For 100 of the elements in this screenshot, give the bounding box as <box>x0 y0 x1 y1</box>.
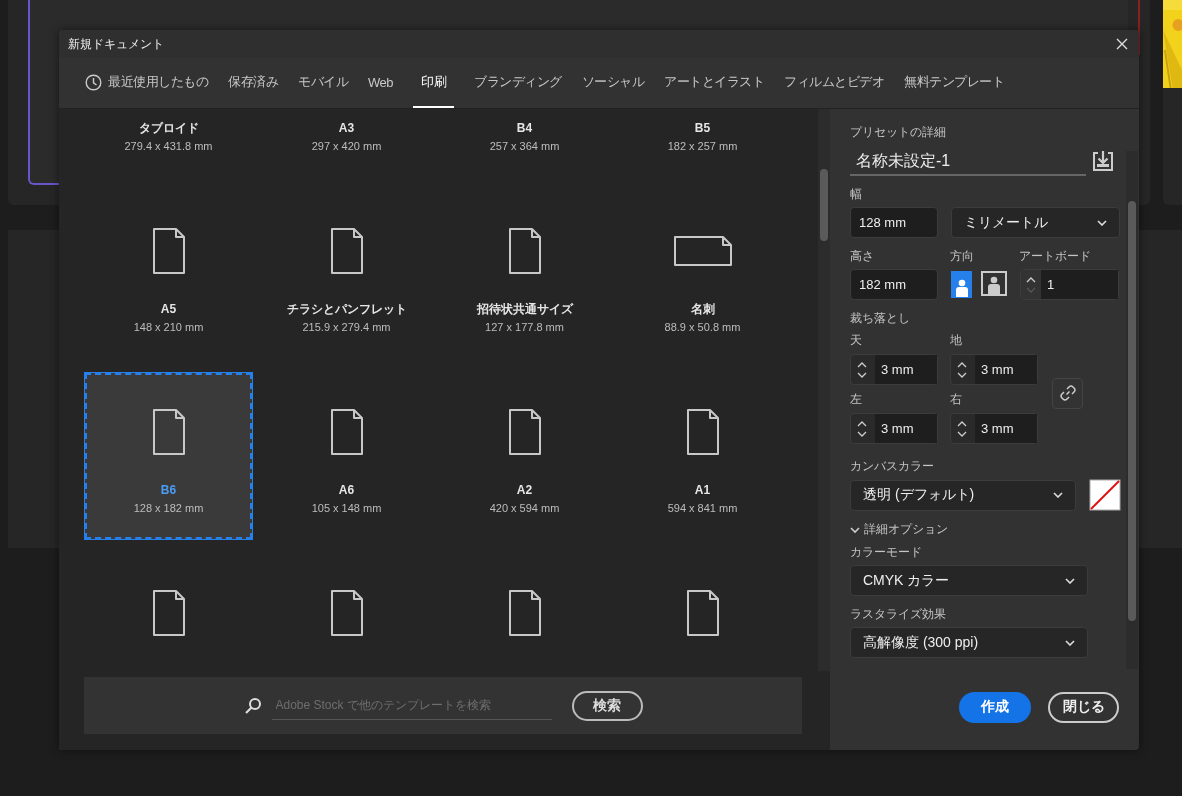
close-icon[interactable] <box>1116 38 1128 50</box>
preset-size: 127 x 177.8 mm <box>485 320 564 335</box>
number-field[interactable]: 3 mm <box>950 413 1038 444</box>
preset-size: 594 x 841 mm <box>667 501 738 516</box>
scrollbar[interactable] <box>818 109 830 671</box>
chevron-icon <box>1053 492 1063 498</box>
person-icon <box>986 276 1003 294</box>
tab[interactable]: Web <box>368 58 393 108</box>
field-label: カラーモード <box>850 544 922 560</box>
input-field[interactable]: 182 mm <box>850 269 938 300</box>
preset-size: 105 x 148 mm <box>311 501 382 516</box>
disclosure-toggle[interactable]: 詳細オプション <box>850 521 948 538</box>
document-icon <box>507 408 542 456</box>
preset-tile[interactable]: 名刺 88.9 x 50.8 mm <box>619 192 786 358</box>
search-button[interactable]: 検索 <box>571 690 643 721</box>
preset-tile[interactable]: A3 297 x 420 mm <box>263 109 430 177</box>
number-field[interactable]: 3 mm <box>950 354 1038 385</box>
search-icon <box>243 696 262 715</box>
scrollbar[interactable] <box>1126 151 1138 669</box>
field-label: アートボード <box>1019 248 1091 264</box>
name-field[interactable]: 名称未設定-1 <box>850 146 1086 176</box>
tab[interactable]: モバイル <box>298 58 348 108</box>
preset-name: B4 <box>516 120 533 137</box>
dropdown[interactable]: 高解像度 (300 ppi) <box>850 627 1088 658</box>
portrait-button[interactable] <box>951 271 973 298</box>
landscape-button[interactable] <box>981 271 1007 296</box>
document-icon <box>672 235 733 267</box>
save-preset-icon[interactable] <box>1092 150 1114 172</box>
preset-size: 297 x 420 mm <box>311 139 382 154</box>
document-icon <box>329 589 364 637</box>
preset-name: 招待状共通サイズ <box>476 301 573 318</box>
preset-tile[interactable]: B4 257 x 364 mm <box>441 109 608 177</box>
tab[interactable]: ソーシャル <box>581 58 644 108</box>
field-label: 幅 <box>850 186 862 202</box>
tab[interactable]: 無料テンプレート <box>904 58 1004 108</box>
preset-name: A1 <box>694 482 711 499</box>
person-icon <box>953 279 970 297</box>
preset-size: 182 x 257 mm <box>667 139 738 154</box>
preset-name: A6 <box>338 482 355 499</box>
chevron-icon <box>1065 577 1075 584</box>
preset-tile[interactable]: A1 594 x 841 mm <box>619 373 786 539</box>
preset-size: 128 x 182 mm <box>133 501 204 516</box>
field-label: 方向 <box>950 248 975 264</box>
color-swatch[interactable] <box>1089 479 1121 511</box>
dropdown[interactable]: ミリメートル <box>951 207 1120 238</box>
chevron-icon <box>1065 639 1075 646</box>
preset-tile[interactable]: A5 148 x 210 mm <box>85 192 252 358</box>
field-label: カンバスカラー <box>850 458 934 474</box>
preset-tile[interactable]: 招待状共通サイズ 127 x 177.8 mm <box>441 192 608 358</box>
preset-size: 279.4 x 431.8 mm <box>124 139 213 154</box>
document-icon <box>151 227 186 275</box>
section-title: プリセットの詳細 <box>850 124 946 140</box>
number-field[interactable]: 3 mm <box>850 354 938 385</box>
preset-name: 名刺 <box>690 301 715 318</box>
preset-size: 257 x 364 mm <box>489 139 560 154</box>
number-field[interactable]: 3 mm <box>850 413 938 444</box>
dropdown[interactable]: CMYK カラー <box>850 565 1088 596</box>
close-button[interactable]: 閉じる <box>1048 691 1119 723</box>
dropdown[interactable]: 透明 (デフォルト) <box>850 479 1076 511</box>
preset-name: A5 <box>160 301 177 318</box>
document-icon <box>151 589 186 637</box>
preset-tile[interactable]: タブロイド 279.4 x 431.8 mm <box>85 109 252 177</box>
field-label: 高さ <box>850 248 875 264</box>
dialog-title: 新規ドキュメント <box>68 35 164 53</box>
tab[interactable]: ブランディング <box>474 58 562 108</box>
preset-name: チラシとパンフレット <box>286 301 407 318</box>
document-icon <box>507 589 542 637</box>
preset-name: タブロイド <box>138 120 199 137</box>
number-field[interactable]: 1 <box>1020 269 1119 300</box>
preset-size: 420 x 594 mm <box>489 501 560 516</box>
preset-tile[interactable]: B5 182 x 257 mm <box>619 109 786 177</box>
tab[interactable]: アートとイラスト <box>664 58 764 108</box>
preset-tile[interactable]: B6 128 x 182 mm <box>85 373 252 539</box>
input-field[interactable]: 128 mm <box>850 207 938 238</box>
clock-icon <box>85 73 102 91</box>
document-icon <box>507 227 542 275</box>
tab[interactable]: 最近使用したもの <box>85 58 208 108</box>
tab[interactable]: 保存済み <box>228 58 278 108</box>
link-button[interactable] <box>1052 377 1083 409</box>
preset-tile[interactable]: チラシとパンフレット 215.9 x 279.4 mm <box>263 192 430 358</box>
preset-size: 148 x 210 mm <box>133 320 204 335</box>
preset-tile[interactable]: A2 420 x 594 mm <box>441 373 608 539</box>
document-icon <box>329 408 364 456</box>
preset-size: 215.9 x 279.4 mm <box>302 320 391 335</box>
field-label: 地 <box>950 332 963 348</box>
document-icon <box>151 408 186 456</box>
field-label: 左 <box>850 391 863 407</box>
field-label: 天 <box>850 332 863 348</box>
preset-name: B5 <box>694 120 711 137</box>
field-label: 裁ち落とし <box>850 310 910 326</box>
preset-name: A2 <box>516 482 533 499</box>
create-button[interactable]: 作成 <box>959 691 1031 723</box>
preset-name: B6 <box>160 482 177 499</box>
preset-tile[interactable]: A6 105 x 148 mm <box>263 373 430 539</box>
field-label: ラスタライズ効果 <box>850 606 946 622</box>
preset-name: A3 <box>338 120 355 137</box>
preset-size: 88.9 x 50.8 mm <box>664 320 741 335</box>
field-label: 右 <box>950 391 963 407</box>
document-icon <box>685 589 720 637</box>
tab[interactable]: フィルムとビデオ <box>784 58 884 108</box>
